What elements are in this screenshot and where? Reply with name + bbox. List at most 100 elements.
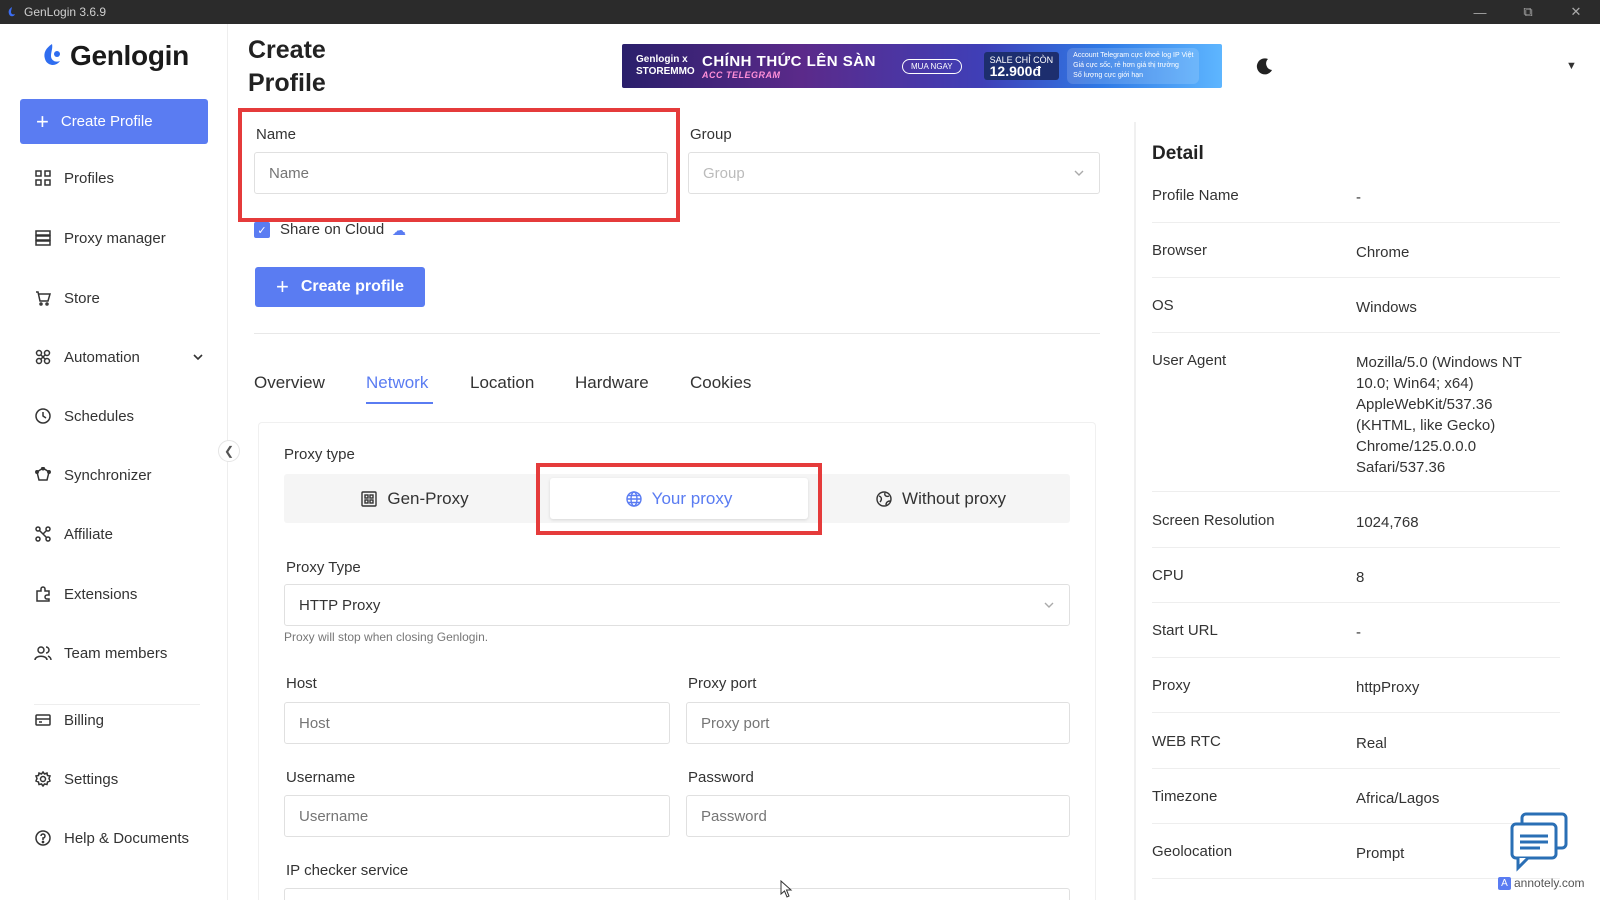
sidebar-item-help[interactable]: Help & Documents [34, 829, 204, 847]
ip-checker-select[interactable] [284, 888, 1070, 900]
sidebar-item-proxy-manager[interactable]: Proxy manager [34, 229, 204, 247]
detail-key: OS [1152, 297, 1174, 314]
detail-row: Profile Name - [1152, 187, 1560, 223]
restore-button[interactable]: ⧉ [1504, 0, 1552, 24]
banner-headline-text: CHÍNH THỨC LÊN SÀN [702, 52, 876, 70]
detail-key: Profile Name [1152, 187, 1239, 204]
proxy-type-select[interactable]: HTTP Proxy [284, 584, 1070, 626]
minimize-button[interactable]: — [1456, 0, 1504, 24]
sidebar-item-synchronizer[interactable]: Synchronizer [34, 466, 204, 484]
detail-value: Windows [1356, 299, 1417, 316]
team-icon [34, 644, 52, 662]
sidebar-item-store[interactable]: Store [34, 289, 204, 307]
globe-off-icon [876, 490, 892, 507]
detail-key: Browser [1152, 242, 1208, 259]
tab-overview[interactable]: Overview [254, 373, 325, 393]
sidebar-item-label: Automation [64, 348, 140, 366]
dark-mode-toggle-icon[interactable] [1255, 56, 1275, 76]
plus-icon: + [36, 108, 49, 134]
share-on-cloud-label: Share on Cloud [280, 221, 385, 238]
sidebar-item-label: Team members [64, 644, 168, 662]
detail-key: Screen Resolution [1152, 512, 1275, 529]
tab-location[interactable]: Location [470, 373, 534, 393]
sidebar-item-affiliate[interactable]: Affiliate [34, 525, 204, 543]
username-label: Username [286, 769, 356, 786]
gear-icon [34, 770, 52, 788]
promo-banner[interactable]: Genlogin x STOREMMO CHÍNH THỨC LÊN SÀN A… [622, 44, 1222, 88]
share-on-cloud-checkbox[interactable]: ✓ [254, 222, 270, 238]
group-select[interactable]: Group [688, 152, 1100, 194]
option-gen-proxy[interactable]: Gen-Proxy [284, 474, 546, 523]
puzzle-icon [34, 585, 52, 603]
clock-icon [34, 407, 52, 425]
sidebar-item-label: Synchronizer [64, 466, 152, 484]
logo: Genlogin [40, 40, 189, 72]
tab-hardware[interactable]: Hardware [575, 373, 649, 393]
sidebar-item-billing[interactable]: Billing [34, 711, 204, 729]
detail-value: Mozilla/5.0 (Windows NT 10.0; Win64; x64… [1356, 354, 1522, 476]
page-title: Create Profile [248, 36, 326, 97]
create-profile-button[interactable]: + Create profile [255, 267, 425, 307]
option-without-proxy-label: Without proxy [902, 488, 1006, 508]
detail-value: httpProxy [1356, 679, 1420, 696]
logo-text: Genlogin [70, 40, 189, 71]
highlight-name-field [238, 108, 680, 222]
sidebar-item-profiles[interactable]: Profiles [34, 169, 204, 187]
banner-cta: MUA NGAY [902, 58, 962, 74]
sidebar-item-automation[interactable]: Automation [34, 348, 204, 366]
banner-notes: Account Telegram cực khoẻ log IP Việt Gi… [1067, 48, 1200, 84]
tab-cookies[interactable]: Cookies [690, 373, 751, 393]
banner-note: Giá cực sốc, rẻ hơn giá thị trường [1073, 62, 1179, 69]
option-without-proxy[interactable]: Without proxy [812, 474, 1070, 523]
automation-icon [34, 348, 52, 366]
divider [254, 333, 1100, 334]
username-input[interactable] [284, 795, 670, 837]
detail-key: Proxy [1152, 677, 1191, 694]
proxy-hint: Proxy will stop when closing Genlogin. [284, 630, 489, 644]
sidebar-item-extensions[interactable]: Extensions [34, 585, 204, 603]
detail-value: Real [1356, 735, 1387, 752]
create-profile-sidebar-button[interactable]: + Create Profile [20, 99, 208, 144]
help-icon [34, 829, 52, 847]
sidebar-item-settings[interactable]: Settings [34, 770, 204, 788]
detail-key: WEB RTC [1152, 733, 1221, 750]
detail-value: - [1356, 189, 1361, 206]
password-label: Password [688, 769, 754, 786]
host-label: Host [286, 675, 317, 692]
create-profile-sidebar-label: Create Profile [60, 113, 153, 130]
close-button[interactable]: ✕ [1552, 0, 1600, 24]
chat-support-icon[interactable] [1508, 812, 1572, 872]
sidebar-item-schedules[interactable]: Schedules [34, 407, 204, 425]
sidebar-item-label: Proxy manager [64, 229, 166, 247]
detail-value: 8 [1356, 569, 1365, 586]
plus-icon: + [276, 274, 289, 299]
tab-network[interactable]: Network [366, 373, 428, 393]
detail-value: Africa/Lagos [1356, 790, 1440, 807]
sidebar-item-label: Profiles [64, 169, 115, 187]
detail-divider [1134, 122, 1136, 900]
sidebar-item-team-members[interactable]: Team members [34, 644, 204, 662]
sidebar: Genlogin + Create Profile Profiles Proxy… [0, 24, 228, 900]
window-controls: — ⧉ ✕ [1456, 0, 1600, 24]
annotely-logo-icon: A [1498, 876, 1511, 890]
collapse-sidebar-button[interactable]: ❮ [218, 440, 240, 462]
account-dropdown-caret-icon[interactable]: ▼ [1566, 60, 1577, 72]
chevron-down-icon [192, 350, 204, 367]
sidebar-item-label: Extensions [64, 585, 138, 603]
proxy-port-label: Proxy port [688, 675, 757, 692]
host-input[interactable] [284, 702, 670, 744]
proxy-port-input[interactable] [686, 702, 1070, 744]
detail-row: Start URL - [1152, 622, 1560, 658]
group-label: Group [690, 126, 732, 143]
proxy-type-select-value: HTTP Proxy [299, 596, 381, 614]
gen-proxy-icon [361, 490, 378, 507]
annotely-watermark: A annotely.com [1498, 876, 1584, 890]
chevron-down-icon [1044, 602, 1054, 608]
cart-icon [34, 289, 52, 307]
sidebar-divider [34, 704, 200, 705]
option-gen-proxy-label: Gen-Proxy [387, 488, 469, 508]
banner-sale: SALE CHỈ CÒN 12.900đ [983, 52, 1060, 80]
detail-value: 1024,768 [1356, 514, 1419, 531]
password-input[interactable] [686, 795, 1070, 837]
affiliate-icon [34, 525, 52, 543]
